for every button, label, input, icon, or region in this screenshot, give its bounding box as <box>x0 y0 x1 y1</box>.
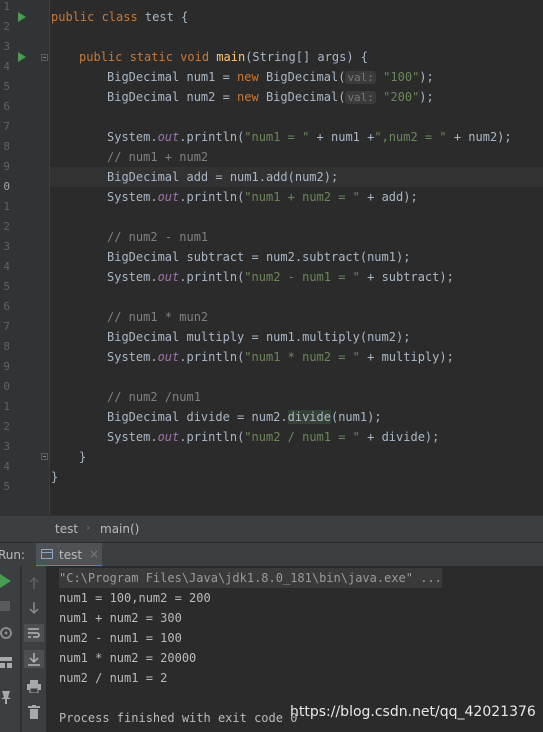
console-command-line: "C:\Program Files\Java\jdk1.8.0_181\bin\… <box>59 568 442 588</box>
console-icon <box>41 549 53 559</box>
line-number: 4 <box>3 60 10 73</box>
line-number: 5 <box>3 480 10 493</box>
fold-icon[interactable] <box>41 54 48 61</box>
line-number: 0 <box>3 180 10 193</box>
scroll-to-end-icon[interactable] <box>24 650 44 668</box>
code-line: System.out.println("num2 / num1 = " + di… <box>107 430 440 444</box>
line-number: 7 <box>3 120 10 133</box>
console-line: num1 = 100,num2 = 200 <box>59 591 211 605</box>
code-line: // num1 * mun2 <box>107 310 209 324</box>
line-number: 0 <box>3 380 10 393</box>
code-line: public static void main(String[] args) { <box>79 50 369 64</box>
code-line: System.out.println("num2 - num1 = " + su… <box>107 270 454 284</box>
line-number: 3 <box>3 40 10 53</box>
console-line: num1 * num2 = 20000 <box>59 651 197 665</box>
line-number: 8 <box>3 340 10 353</box>
soft-wrap-icon[interactable] <box>24 624 44 642</box>
code-line: BigDecimal num2 = new BigDecimal(val: "2… <box>107 90 434 104</box>
pin-icon[interactable] <box>0 691 12 705</box>
arrow-down-icon[interactable] <box>28 601 40 615</box>
close-icon[interactable]: × <box>89 547 99 561</box>
arrow-up-icon[interactable] <box>28 576 40 590</box>
line-number: 5 <box>3 280 10 293</box>
line-number: 6 <box>3 100 10 113</box>
breadcrumb-item-class[interactable]: test <box>55 522 78 536</box>
code-line: BigDecimal num1 = new BigDecimal(val: "1… <box>107 70 434 84</box>
console-line: num2 / num1 = 2 <box>59 671 168 685</box>
line-number: 4 <box>3 460 10 473</box>
code-line: } <box>51 470 59 484</box>
code-line-current: BigDecimal add = num1.add(num2); <box>50 167 543 187</box>
run-toolbar-primary <box>0 566 20 732</box>
line-number: 8 <box>3 140 10 153</box>
breadcrumb: test › main() <box>0 515 543 542</box>
tab-label: test <box>59 548 83 562</box>
console-line: num1 + num2 = 300 <box>59 611 182 625</box>
code-line: System.out.println("num1 = " + num1 +",n… <box>107 130 512 144</box>
trash-icon[interactable] <box>28 705 40 719</box>
tab-run-test[interactable]: test × <box>36 543 102 567</box>
watermark: https://blog.csdn.net/qq_42021376 <box>290 704 536 720</box>
line-number: 6 <box>3 300 10 313</box>
line-number: 5 <box>3 80 10 93</box>
rerun-icon[interactable] <box>0 574 12 588</box>
line-number: 3 <box>3 240 10 253</box>
line-number: 2 <box>3 220 10 233</box>
line-number: 4 <box>3 260 10 273</box>
line-number: 9 <box>3 160 10 173</box>
code-line: BigDecimal subtract = num2.subtract(num1… <box>107 250 411 264</box>
code-line: // num2 - num1 <box>107 230 209 244</box>
parameter-hint: val: <box>345 71 376 84</box>
highlighted-method: divide <box>287 410 331 424</box>
console-line: num2 - num1 = 100 <box>59 631 182 645</box>
code-line: } <box>79 450 87 464</box>
layout-icon[interactable] <box>0 657 14 669</box>
line-number: 1 <box>3 0 10 13</box>
code-line: // num1 + num2 <box>107 150 209 164</box>
chevron-right-icon: › <box>86 521 91 534</box>
line-number: 3 <box>3 440 10 453</box>
code-line: BigDecimal multiply = num1.multiply(num2… <box>107 330 411 344</box>
breadcrumb-item-method[interactable]: main() <box>100 522 139 536</box>
code-line: BigDecimal divide = num2.divide(num1); <box>107 410 382 424</box>
line-number: 7 <box>3 320 10 333</box>
console-exit-line: Process finished with exit code 0 <box>59 711 298 725</box>
line-number: 1 <box>3 200 10 213</box>
line-number: 2 <box>3 420 10 433</box>
code-line: public class test { <box>51 10 189 24</box>
stop-icon[interactable] <box>0 601 10 611</box>
line-number: 2 <box>3 20 10 33</box>
code-line: // num2 /num1 <box>107 390 201 404</box>
editor-gutter: 1 2 3 4 5 6 7 8 9 0 1 2 3 4 5 6 7 8 9 0 … <box>0 0 50 515</box>
fold-icon[interactable] <box>41 453 48 460</box>
run-toolbar-console <box>21 566 46 732</box>
run-class-icon[interactable] <box>18 12 26 22</box>
settings-icon[interactable] <box>0 626 14 640</box>
run-main-icon[interactable] <box>18 52 26 62</box>
print-icon[interactable] <box>27 680 41 693</box>
run-tool-window-header: Run: test × <box>0 542 543 567</box>
run-label: Run: <box>0 548 26 562</box>
code-line: System.out.println("num1 * num2 = " + mu… <box>107 350 454 364</box>
line-number: 1 <box>3 400 10 413</box>
code-editor[interactable]: 1 2 3 4 5 6 7 8 9 0 1 2 3 4 5 6 7 8 9 0 … <box>0 0 543 515</box>
parameter-hint: val: <box>345 91 376 104</box>
line-number: 9 <box>3 360 10 373</box>
code-line: System.out.println("num1 + num2 = " + ad… <box>107 190 418 204</box>
